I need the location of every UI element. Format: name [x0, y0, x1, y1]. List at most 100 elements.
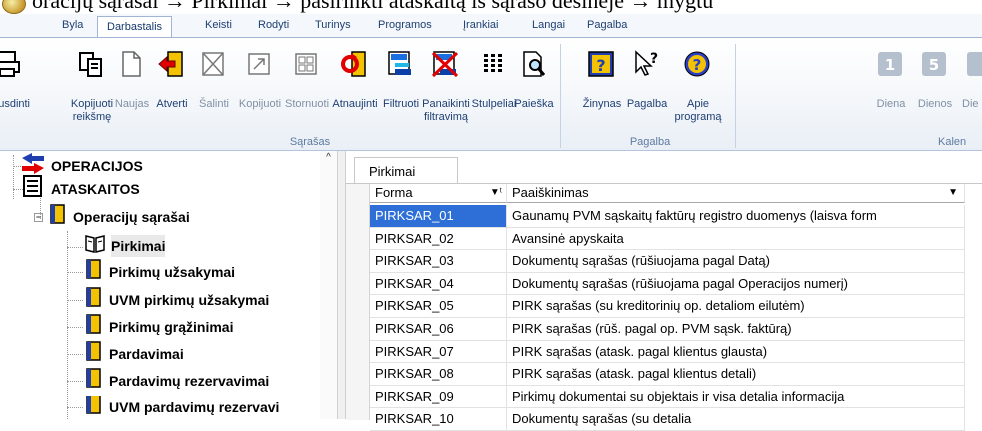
cell-paaiskinimas[interactable]: Dokumentų sąrašas (rūšiuojama pagal Oper…	[507, 272, 965, 296]
filter-dropdown-icon[interactable]: ▼	[948, 184, 958, 202]
group-separator	[735, 44, 736, 148]
tree-item-label: OPERACIJOS	[51, 158, 143, 174]
cell-paaiskinimas[interactable]: PIRK sąrašas (atask. pagal klientus deta…	[507, 363, 965, 386]
cell-forma[interactable]: PIRKSAR_01	[370, 205, 507, 228]
cell-forma[interactable]: PIRKSAR_08	[370, 363, 507, 386]
svg-text:?: ?	[650, 51, 658, 67]
cell-forma[interactable]: PIRKSAR_02	[370, 227, 507, 251]
reports-icon	[20, 175, 46, 203]
print-button[interactable]: pausdinti	[0, 42, 30, 122]
tab-irankiai[interactable]: Įrankiai	[463, 14, 498, 39]
tree-line	[67, 231, 68, 419]
column-header-paaiskinimas[interactable]: Paaiškinimas ▼	[507, 184, 965, 203]
tree-item-pardavimu-rezervavimai[interactable]: Pardavimų rezervavimai	[84, 367, 269, 395]
cell-forma[interactable]: PIRKSAR_05	[370, 295, 507, 318]
tab-darbastalis[interactable]: Darbastalis	[97, 16, 173, 39]
copy-icon	[242, 47, 276, 81]
tree-item-pardavimai[interactable]: Pardavimai	[84, 341, 184, 365]
svg-text:5: 5	[929, 56, 939, 74]
storno-button[interactable]: Stornuoti	[285, 42, 329, 122]
tab-pirkimai[interactable]: Pirkimai	[354, 157, 458, 183]
document-text: oracijų sąrašai → Pirkimai → pasirinkti …	[32, 0, 714, 13]
collapse-toggle[interactable]: −	[34, 212, 43, 222]
calendar-label: Die	[962, 98, 979, 110]
help-book-icon: ?	[584, 47, 618, 81]
tab-turinys[interactable]: Turinys	[315, 14, 351, 39]
cell-forma[interactable]: PIRKSAR_07	[370, 340, 507, 364]
tree-item-label: Pirkimai	[111, 235, 166, 257]
new-document-icon	[114, 47, 148, 81]
calendar-days-icon: 5	[917, 47, 951, 81]
tree-item-label: ATASKAITOS	[51, 181, 140, 197]
copy-button[interactable]: Kopijuoti	[238, 42, 282, 122]
group-label-calendar: Kalen	[938, 136, 967, 148]
calendar-button[interactable]: Die	[958, 42, 982, 122]
about-button[interactable]: ? Apie programą	[674, 42, 722, 123]
tab-langai[interactable]: Langai	[532, 14, 565, 39]
row-indicator-column	[346, 184, 370, 420]
help-pointer-button[interactable]: ? Pagalba	[625, 42, 669, 122]
calendar-day-icon: 1	[873, 47, 907, 81]
book-icon	[84, 258, 104, 286]
search-label: Paieška	[514, 98, 554, 110]
cell-paaiskinimas[interactable]: Pirkimų dokumentai su objektais ir visa …	[507, 385, 965, 409]
book-icon	[84, 367, 104, 395]
search-button[interactable]: Paieška	[512, 42, 556, 122]
tab-rodyti[interactable]: Rodyti	[258, 14, 289, 39]
group-label-list: Sąrašas	[289, 136, 331, 148]
cell-paaiskinimas[interactable]: Gaunamų PVM sąskaitų faktūrų registro du…	[507, 205, 965, 228]
book-icon	[48, 203, 68, 231]
delete-icon	[196, 47, 230, 81]
columns-icon	[476, 47, 510, 81]
help-pointer-icon: ?	[629, 47, 663, 81]
tree-item-operacijos[interactable]: OPERACIJOS	[20, 153, 143, 177]
scroll-up-icon[interactable]: ^	[320, 151, 337, 165]
tree-item-pirkimu-grazinimai[interactable]: Pirkimų grąžinimai	[84, 313, 234, 341]
tree-item-uvm-pardavimu-rezervavimai[interactable]: UVM pardavimų rezervavi	[84, 396, 320, 418]
calendar-days-label: Dienos	[917, 98, 953, 110]
cell-forma[interactable]: PIRKSAR_03	[370, 250, 507, 273]
print-label: pausdinti	[0, 98, 31, 110]
cell-forma[interactable]: PIRKSAR_04	[370, 272, 507, 296]
pane-splitter[interactable]	[337, 151, 346, 419]
cell-paaiskinimas[interactable]: Avansinė apyskaita	[507, 227, 965, 251]
calendar-icon	[962, 47, 982, 81]
column-header-forma[interactable]: Forma ▼ᵗ	[370, 184, 507, 203]
tab-keisti[interactable]: Keisti	[205, 14, 232, 39]
tab-byla[interactable]: Byla	[62, 14, 83, 39]
remove-filter-button[interactable]: Panaikinti filtravimą	[422, 42, 470, 123]
refresh-icon	[337, 47, 371, 81]
cell-paaiskinimas[interactable]: PIRK sąrašas (su kreditorinių op. detali…	[507, 295, 965, 318]
tree-item-label: Pirkimų užsakymai	[109, 264, 236, 280]
sort-filter-icon[interactable]: ▼ᵗ	[490, 184, 502, 202]
search-icon	[516, 47, 550, 81]
tree-item-label: UVM pirkimų užsakymai	[109, 292, 270, 308]
tree-item-uvm-pirkimu-uzsakymai[interactable]: UVM pirkimų užsakymai	[84, 287, 270, 311]
tree-item-operaciju-sarasai[interactable]: − Operacijų sąrašai	[34, 203, 190, 231]
tree-line	[67, 327, 83, 328]
svg-text:?: ?	[596, 56, 605, 75]
cell-paaiskinimas[interactable]: Dokumentų sąrašas (rūšiuojama pagal Datą…	[507, 250, 965, 273]
calendar-days-button[interactable]: 5 Dienos	[913, 42, 957, 122]
tree-item-ataskaitos[interactable]: ATASKAITOS	[20, 175, 140, 203]
book-icon	[84, 313, 104, 341]
cell-forma[interactable]: PIRKSAR_09	[370, 385, 507, 409]
cell-forma[interactable]: PIRKSAR_06	[370, 318, 507, 341]
tab-programos[interactable]: Programos	[378, 14, 432, 39]
tree-item-label: Pirkimų grąžinimai	[109, 319, 234, 335]
tree-line	[67, 354, 83, 355]
svg-text:?: ?	[693, 56, 702, 74]
report-panel: Pirkimai Forma ▼ᵗ Paaiškinimas ▼ PIRKSAR…	[346, 151, 982, 431]
ribbon: pausdinti Kopijuoti reikšmę Naujas Atver…	[0, 37, 982, 151]
remove-filter-icon	[428, 47, 462, 81]
tree-scrollbar[interactable]: ^	[320, 151, 337, 419]
cell-forma[interactable]: PIRKSAR_10	[370, 408, 507, 431]
cell-paaiskinimas[interactable]: Dokumentų sąrašas (su detalia	[507, 408, 965, 431]
cell-paaiskinimas[interactable]: PIRK sąrašas (atask. pagal klientus glau…	[507, 340, 965, 364]
tree-item-pirkimai[interactable]: Pirkimai	[84, 235, 166, 257]
filter-icon	[383, 47, 417, 81]
tab-pagalba[interactable]: Pagalba	[587, 14, 627, 39]
cell-paaiskinimas[interactable]: PIRK sąrašas (rūš. pagal op. PVM sąsk. f…	[507, 318, 965, 341]
tree-item-pirkimu-uzsakymai[interactable]: Pirkimų užsakymai	[84, 258, 236, 286]
about-icon: ?	[680, 47, 714, 81]
